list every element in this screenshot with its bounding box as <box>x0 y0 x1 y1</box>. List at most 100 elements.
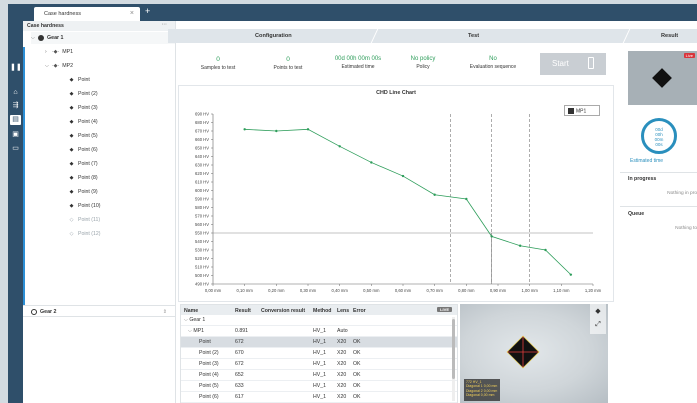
point-icon: ◆ <box>69 77 74 83</box>
tree-point[interactable]: ◇ Point (12) <box>69 228 169 240</box>
data-point <box>465 197 468 201</box>
add-tab-icon[interactable]: + <box>145 6 150 16</box>
battery-icon <box>588 57 594 69</box>
samples-label: Samples to test <box>200 65 236 71</box>
point-label: Point (12) <box>78 231 101 237</box>
samples-value: 0 <box>216 56 220 63</box>
cell-lens: X20 <box>337 339 347 345</box>
tree-point[interactable]: ◇ Point (11) <box>69 214 169 226</box>
data-point <box>370 161 373 164</box>
tree-node-mp2[interactable]: ⌵ ·◆· MP2 <box>45 60 73 72</box>
table-row[interactable]: ⌵ Gear 1 <box>181 315 457 326</box>
tree-point[interactable]: ◆ Point (4) <box>69 116 169 128</box>
point-label: Point <box>78 77 90 83</box>
step-divider <box>622 29 631 43</box>
cell-name: Point (3) <box>181 361 235 367</box>
table-row[interactable]: Point (6) 617 HV_1 X20 OK <box>181 392 457 403</box>
close-tab-icon[interactable]: × <box>130 10 134 17</box>
table-header: Name Result Conversion result Method Len… <box>181 305 457 315</box>
chevron-down-icon[interactable]: ⌵ <box>31 35 38 41</box>
x-tick-label: 1,20 mm <box>585 288 602 293</box>
x-tick-label: 0,00 mm <box>205 288 222 293</box>
time-label: Estimated time <box>341 64 375 70</box>
data-point <box>401 174 405 178</box>
cell-result: 633 <box>235 383 244 389</box>
col-method[interactable]: Method <box>313 305 337 315</box>
table-row[interactable]: Point 672 HV_1 X20 OK <box>181 337 457 348</box>
tree-node-mp1[interactable]: › ·◆· MP1 <box>45 46 73 58</box>
y-tick-label: 670 HV <box>195 129 209 134</box>
microscope-view[interactable]: ◆ ⤢ 772 HV_1 Diagonal 1 0,00 mm Diagonal… <box>460 304 608 403</box>
tree-point[interactable]: ◆ Point (9) <box>69 186 169 198</box>
y-tick-label: 680 HV <box>195 120 209 125</box>
legend-label: MP1 <box>576 108 587 115</box>
tree-point[interactable]: ◆ Point (2) <box>69 88 169 100</box>
x-tick-label: 0,70 mm <box>427 288 444 293</box>
y-tick-label: 620 HV <box>195 171 209 176</box>
y-tick-label: 580 HV <box>195 205 209 210</box>
x-tick-label: 0,10 mm <box>237 288 254 293</box>
col-result[interactable]: Result <box>235 305 261 315</box>
tree-point[interactable]: ◆ Point (10) <box>69 200 169 212</box>
divider <box>620 172 697 173</box>
scrollbar-thumb[interactable] <box>452 319 455 379</box>
thumbnail-indent <box>652 68 672 88</box>
data-point <box>275 129 278 133</box>
table-row[interactable]: Point (5) 633 HV_1 X20 OK <box>181 381 457 392</box>
col-name[interactable]: Name <box>181 305 235 315</box>
col-lens[interactable]: Lens <box>337 305 353 315</box>
chevron-right-icon[interactable]: › <box>45 49 52 55</box>
point-icon: ◆ <box>69 133 74 139</box>
home-icon[interactable]: ⌂ <box>10 88 21 98</box>
tree-node-gear-1[interactable]: ⌵ Gear 1 <box>31 32 175 44</box>
fit-icon[interactable]: ⤢ <box>592 320 604 330</box>
table-row[interactable]: Point (4) 652 HV_1 X20 OK <box>181 370 457 381</box>
chevron-down-icon[interactable]: ⌵ <box>45 63 52 69</box>
live-thumbnail[interactable]: Live <box>628 51 697 105</box>
tree-menu-icon[interactable]: ··· <box>162 22 167 28</box>
y-tick-label: 520 HV <box>195 256 209 261</box>
col-error[interactable]: Error <box>353 305 373 315</box>
workflow-steps: Configuration Test Result <box>168 29 697 43</box>
y-tick-label: 630 HV <box>195 163 209 168</box>
y-tick-label: 540 HV <box>195 239 209 244</box>
stat-policy: No policy Policy <box>393 51 453 77</box>
tree-point[interactable]: ◆ Point (5) <box>69 130 169 142</box>
x-tick-label: 0,30 mm <box>300 288 317 293</box>
cell-lens: X20 <box>337 383 347 389</box>
indent-tool-icon[interactable]: ◆ <box>592 307 604 317</box>
step-test[interactable]: Test <box>468 33 479 39</box>
tests-icon[interactable]: ▤ <box>10 115 21 125</box>
mp2-label: MP2 <box>62 63 74 69</box>
data-point <box>544 248 547 252</box>
col-conversion[interactable]: Conversion result <box>261 305 313 315</box>
tree-node-gear-2[interactable]: Gear 2 ⇕ <box>23 305 175 317</box>
tree-point[interactable]: ◆ Point <box>69 74 169 86</box>
step-result[interactable]: Result <box>661 33 678 39</box>
data-point <box>569 273 573 276</box>
tree-point[interactable]: ◆ Point (6) <box>69 144 169 156</box>
tree-point[interactable]: ◆ Point (3) <box>69 102 169 114</box>
y-tick-label: 660 HV <box>195 137 209 142</box>
report-icon[interactable]: ▣ <box>10 130 21 140</box>
step-configuration[interactable]: Configuration <box>255 33 292 39</box>
tree-point[interactable]: ◆ Point (8) <box>69 172 169 184</box>
tree-selection-bar <box>23 47 25 306</box>
table-scrollbar[interactable] <box>452 317 455 401</box>
table-row[interactable]: Point (3) 672 HV_1 X20 OK <box>181 359 457 370</box>
y-tick-label: 690 HV <box>195 112 209 117</box>
chart-legend[interactable]: MP1 <box>564 105 600 116</box>
reorder-icon[interactable]: ⇕ <box>163 309 167 315</box>
tree-point[interactable]: ◆ Point (7) <box>69 158 169 170</box>
device-icon[interactable]: ▭ <box>10 144 21 154</box>
table-row[interactable]: ⌵ MP1 0.891 HV_1 Auto <box>181 326 457 337</box>
flow-icon[interactable]: ⇶ <box>10 101 21 111</box>
document-tab[interactable]: Case hardness × <box>34 7 140 21</box>
cell-method: HV_1 <box>313 350 326 356</box>
estimated-time-ring: 00d 00h 00m 00s <box>641 118 677 154</box>
pause-icon[interactable]: ❚❚ <box>10 63 22 73</box>
start-button[interactable]: Start <box>540 53 606 75</box>
table-row[interactable]: Point (2) 670 HV_1 X20 OK <box>181 348 457 359</box>
divider <box>620 206 697 207</box>
row-name: Point (6) <box>199 394 219 400</box>
